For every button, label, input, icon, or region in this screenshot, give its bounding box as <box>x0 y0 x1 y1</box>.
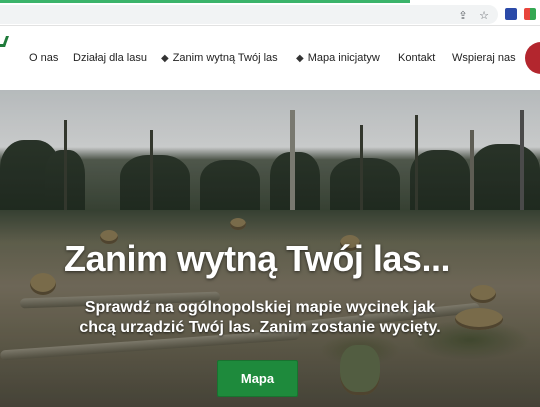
nav-item-label: Mapa inicjatyw <box>307 52 380 64</box>
nav-item-o-nas[interactable]: O nas <box>29 50 58 66</box>
nav-item-label: O nas <box>29 52 59 64</box>
hero-subtitle-line: chcą urządzić Twój las. Zanim zostanie w… <box>79 319 441 336</box>
star-icon[interactable]: ☆ <box>478 10 490 22</box>
map-marker-icon: ◆ <box>161 52 169 64</box>
nav-item-label: Działaj dla lasu <box>73 52 147 64</box>
nav-item-mapa-inicjatyw[interactable]: ◆ Mapa inicjatyw <box>296 50 380 66</box>
extension-icon[interactable] <box>524 8 536 20</box>
hero-title: Zanim wytną Twój las... <box>64 238 450 279</box>
site-navigation: O nas Działaj dla lasu ◆ Zanim wytną Twój… <box>0 26 540 90</box>
hero-section: Zanim wytną Twój las... Sprawdź na ogóln… <box>0 90 540 407</box>
extension-icon[interactable] <box>505 8 517 20</box>
nav-item-label: Zanim wytną Twój las <box>172 52 278 64</box>
nav-item-wspieraj-nas[interactable]: Wspieraj nas <box>452 50 516 66</box>
nav-item-label: Wspieraj nas <box>452 52 516 64</box>
donate-button[interactable] <box>525 42 540 74</box>
logo[interactable] <box>0 36 10 47</box>
hero-subtitle-line: Sprawdź na ogólnopolskiej mapie wycinek … <box>84 299 436 316</box>
hero-subtitle: Sprawdź na ogólnopolskiej mapie wycinek … <box>60 298 460 338</box>
address-bar[interactable]: ⇪ ☆ <box>0 5 498 24</box>
map-button[interactable]: Mapa <box>217 360 298 397</box>
nav-item-dzialaj-dla-lasu[interactable]: Działaj dla lasu <box>73 50 147 66</box>
nav-item-zanim-wytna[interactable]: ◆ Zanim wytną Twój las <box>161 50 278 66</box>
map-marker-icon: ◆ <box>296 52 304 64</box>
share-icon[interactable]: ⇪ <box>457 10 469 22</box>
browser-toolbar: ⇪ ☆ <box>0 3 540 26</box>
nav-item-kontakt[interactable]: Kontakt <box>398 50 435 66</box>
nav-item-label: Kontakt <box>398 52 436 64</box>
